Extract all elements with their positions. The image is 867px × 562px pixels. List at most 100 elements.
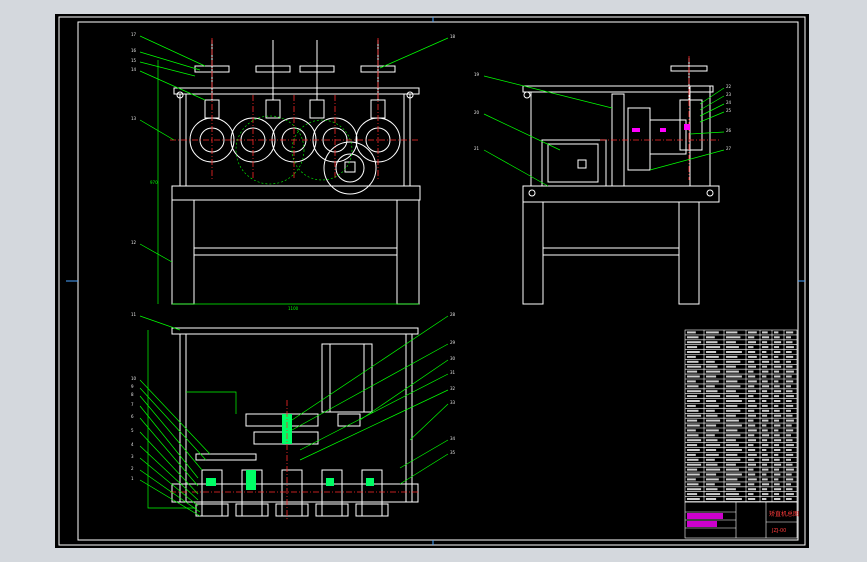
parts-cell-text — [687, 414, 702, 417]
parts-cell-text — [786, 331, 794, 334]
parts-cell-text — [762, 498, 767, 500]
parts-cell-text — [774, 444, 780, 447]
parts-cell-text — [774, 346, 780, 349]
parts-cell-text — [687, 375, 700, 378]
parts-cell-text — [774, 409, 780, 412]
parts-cell-text — [774, 429, 779, 432]
parts-cell-text — [748, 468, 754, 471]
parts-cell-text — [748, 463, 756, 466]
parts-cell-text — [748, 434, 755, 437]
parts-cell-text — [786, 473, 792, 476]
parts-cell-text — [687, 331, 696, 334]
parts-cell-text — [726, 395, 739, 398]
callout-6: 6 — [131, 414, 134, 419]
parts-cell-text — [786, 404, 794, 407]
parts-cell-text — [762, 493, 769, 496]
parts-cell-text — [786, 449, 792, 451]
cad-viewport[interactable]: 17 16 15 14 13 12 18 1100 970 19 20 21 2… — [0, 0, 867, 562]
parts-cell-text — [774, 424, 781, 427]
parts-cell-text — [706, 390, 718, 393]
callout-4: 4 — [131, 442, 134, 447]
parts-cell-text — [774, 404, 779, 407]
parts-cell-text — [726, 346, 739, 349]
callout-16: 16 — [131, 48, 137, 53]
dim-height: 970 — [150, 180, 158, 185]
parts-cell-text — [687, 365, 702, 368]
parts-cell-text — [726, 360, 741, 363]
parts-cell-text — [687, 400, 700, 402]
parts-cell-text — [706, 395, 721, 398]
parts-cell-text — [748, 483, 755, 486]
parts-cell-text — [786, 365, 793, 368]
parts-cell-text — [748, 444, 754, 447]
parts-cell-text — [726, 390, 736, 393]
parts-cell-text — [774, 351, 781, 353]
parts-cell-text — [774, 483, 780, 486]
parts-cell-text — [726, 385, 741, 388]
front-view — [171, 40, 421, 305]
parts-cell-text — [748, 395, 754, 398]
parts-cell-text — [706, 478, 719, 481]
parts-cell-text — [774, 453, 779, 456]
callout-22: 22 — [726, 84, 732, 89]
parts-cell-text — [726, 463, 736, 466]
callout-3: 3 — [131, 454, 134, 459]
parts-cell-text — [762, 424, 767, 427]
parts-cell-text — [687, 488, 702, 491]
top-roller-shafts — [195, 469, 389, 517]
parts-cell-text — [706, 434, 715, 437]
parts-cell-text — [726, 468, 739, 471]
parts-cell-text — [706, 380, 719, 383]
parts-cell-text — [762, 414, 768, 417]
parts-cell-text — [774, 355, 779, 358]
parts-cell-text — [748, 351, 756, 353]
parts-cell-text — [748, 370, 754, 373]
parts-cell-text — [786, 419, 794, 422]
callout-34: 34 — [450, 436, 456, 441]
parts-cell-text — [706, 453, 719, 456]
parts-cell-text — [687, 409, 699, 412]
parts-cell-text — [762, 351, 767, 353]
parts-cell-text — [687, 498, 700, 500]
parts-cell-text — [706, 341, 718, 344]
parts-cell-text — [726, 336, 741, 339]
parts-cell-text — [762, 468, 769, 471]
parts-cell-text — [687, 458, 699, 461]
parts-cell-text — [762, 331, 768, 334]
parts-cell-text — [706, 439, 718, 442]
parts-cell-text — [748, 380, 757, 383]
parts-cell-text — [706, 429, 719, 432]
parts-cell-text — [706, 463, 718, 466]
callout-7: 7 — [131, 402, 134, 407]
parts-cell-text — [726, 483, 741, 486]
parts-cell-text — [687, 380, 696, 383]
parts-list-fill — [687, 331, 794, 500]
dim-width: 1100 — [288, 306, 299, 311]
parts-cell-text — [687, 439, 702, 442]
parts-cell-text — [706, 355, 719, 358]
parts-cell-text — [786, 493, 794, 496]
title-block-accent-1 — [687, 513, 723, 519]
parts-cell-text — [748, 375, 756, 378]
parts-cell-text — [786, 336, 791, 339]
parts-cell-text — [786, 453, 794, 456]
parts-cell-text — [687, 336, 699, 339]
parts-cell-text — [726, 458, 741, 461]
parts-cell-text — [774, 385, 780, 388]
parts-cell-text — [762, 375, 767, 378]
parts-cell-text — [786, 351, 792, 353]
parts-cell-text — [762, 370, 769, 373]
parts-cell-text — [762, 419, 769, 422]
parts-cell-text — [748, 488, 756, 491]
parts-cell-text — [748, 409, 755, 412]
drawing-title: 矫直机总图 — [769, 510, 799, 518]
parts-cell-text — [762, 453, 768, 456]
parts-cell-text — [726, 351, 742, 353]
parts-cell-text — [786, 409, 791, 412]
front-centerlines — [170, 38, 420, 180]
parts-cell-text — [748, 336, 755, 339]
parts-cell-text — [762, 346, 769, 349]
parts-cell-text — [748, 449, 756, 451]
parts-cell-text — [786, 488, 793, 491]
parts-cell-text — [687, 444, 698, 447]
